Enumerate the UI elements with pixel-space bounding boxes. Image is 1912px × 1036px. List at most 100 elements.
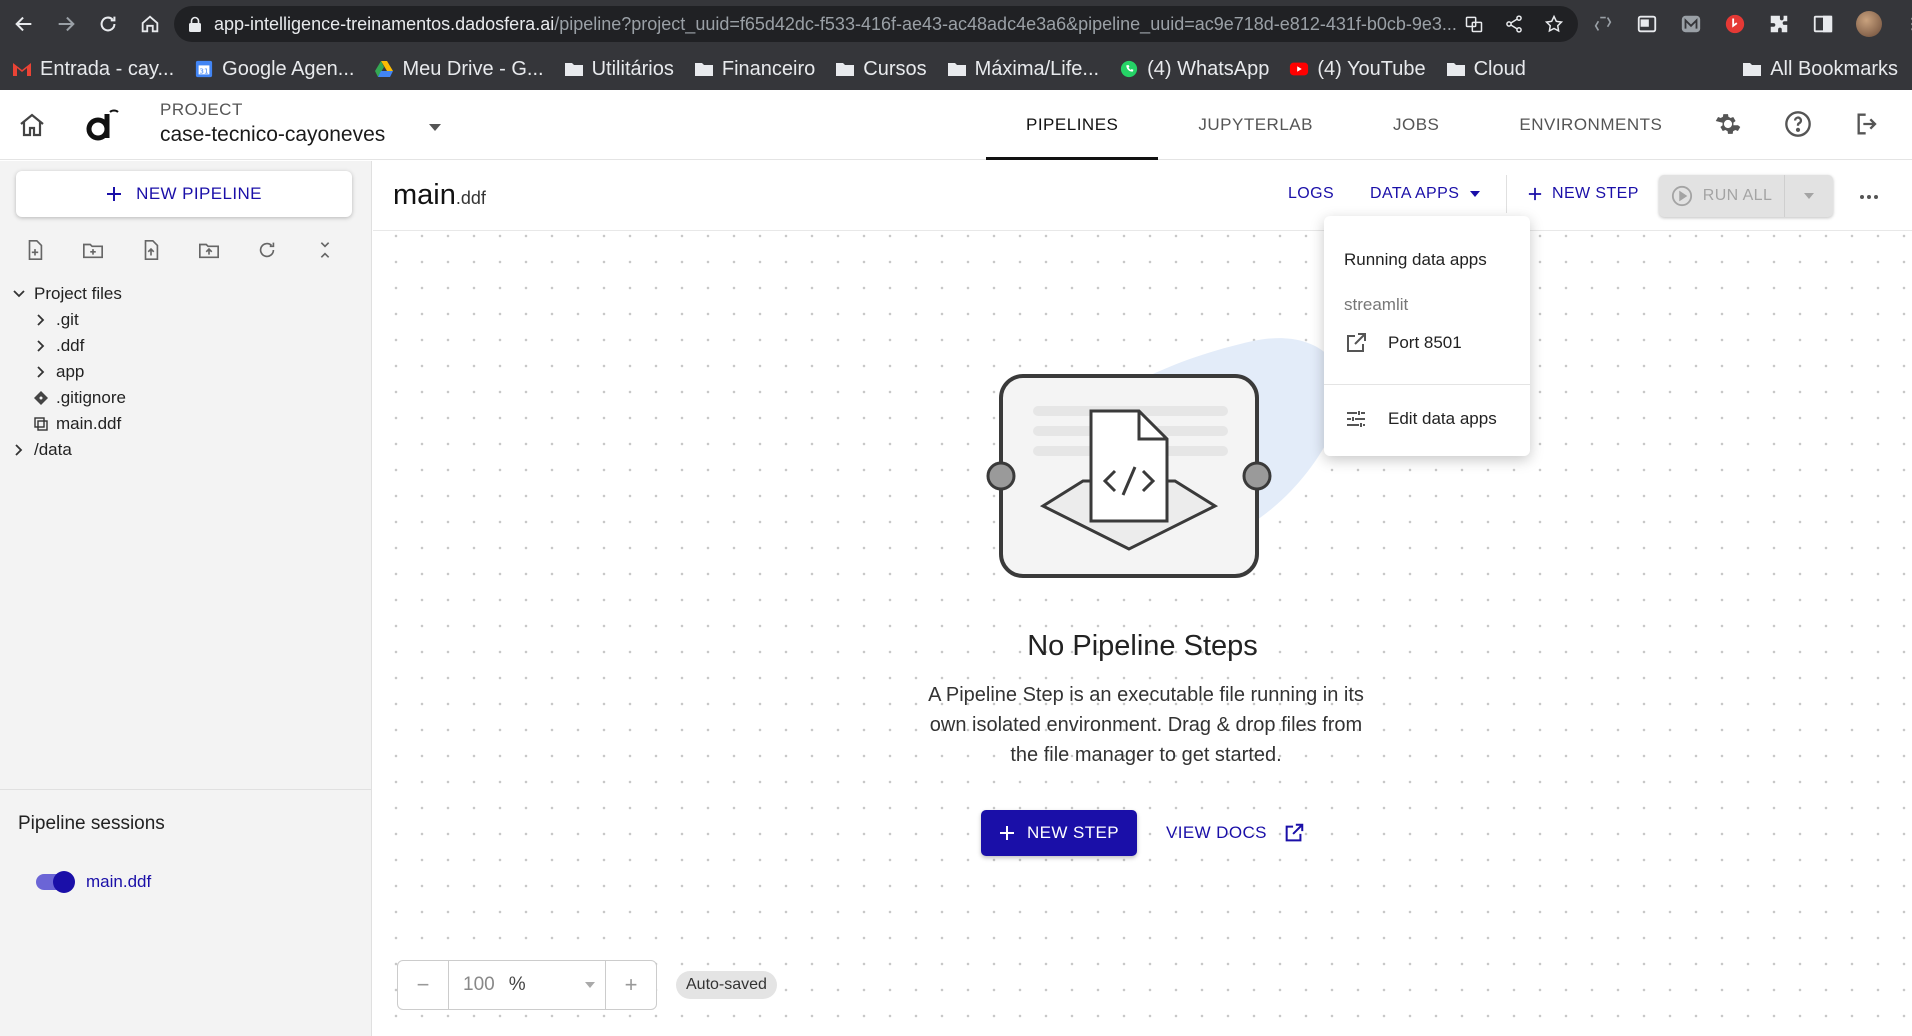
address-bar[interactable]: app-intelligence-treinamentos.dadosfera.…: [174, 6, 1578, 42]
session-toggle[interactable]: [36, 871, 75, 893]
star-icon[interactable]: [1544, 14, 1564, 34]
bookmark-drive[interactable]: Meu Drive - G...: [374, 57, 544, 81]
settings-icon[interactable]: [1714, 110, 1742, 138]
tune-icon: [1347, 411, 1365, 427]
bookmark-label: (4) WhatsApp: [1147, 57, 1270, 80]
tree-item-main-ddf[interactable]: main.ddf: [12, 411, 126, 437]
new-folder-icon[interactable]: [82, 239, 104, 261]
run-all-dropdown[interactable]: [1785, 192, 1833, 200]
pipeline-title: main.ddf: [393, 179, 486, 212]
tree-root[interactable]: Project files: [12, 281, 126, 307]
file-tools: [24, 239, 336, 261]
sessions-title: Pipeline sessions: [18, 813, 165, 834]
logout-icon[interactable]: [1854, 110, 1882, 138]
reload-icon[interactable]: [90, 6, 126, 42]
collapse-all-icon[interactable]: [314, 239, 336, 261]
bookmark-folder-cloud[interactable]: Cloud: [1446, 58, 1526, 81]
kebab-menu-icon[interactable]: [1904, 13, 1912, 35]
bookmark-whatsapp[interactable]: (4) WhatsApp: [1119, 58, 1269, 81]
red-extension-icon[interactable]: [1724, 13, 1746, 35]
run-all-main[interactable]: RUN ALL: [1659, 175, 1785, 217]
upload-file-icon[interactable]: [140, 239, 162, 261]
bookmark-folder-cursos[interactable]: Cursos: [835, 58, 927, 81]
share-icon[interactable]: [1504, 14, 1524, 34]
sidebar: NEW PIPELINE Project files .git .ddf app…: [0, 161, 372, 1036]
zoom-out-button[interactable]: −: [398, 960, 448, 1010]
view-docs-label: VIEW DOCS: [1166, 823, 1267, 842]
tree-item-label: app: [56, 362, 85, 381]
tab-pipelines[interactable]: PIPELINES: [986, 90, 1159, 160]
refresh-icon[interactable]: [256, 239, 278, 261]
new-pipeline-button[interactable]: NEW PIPELINE: [16, 171, 352, 217]
project-name[interactable]: case-tecnico-cayoneves: [160, 123, 385, 147]
session-name[interactable]: main.ddf: [86, 872, 151, 892]
data-apps-label: DATA APPS: [1370, 185, 1460, 202]
upload-folder-icon[interactable]: [198, 239, 220, 261]
help-icon[interactable]: [1784, 110, 1812, 138]
bookmarks-bar: Entrada - cay... 31 Google Agen... Meu D…: [0, 48, 1912, 90]
back-icon[interactable]: [6, 6, 42, 42]
m-extension-icon[interactable]: [1680, 13, 1702, 35]
forward-icon[interactable]: [48, 6, 84, 42]
puzzle-icon[interactable]: [1768, 13, 1790, 35]
folder-icon: [836, 63, 855, 76]
session-item[interactable]: main.ddf: [36, 871, 151, 893]
zoom-in-button[interactable]: +: [606, 960, 656, 1010]
chevron-right-icon: [37, 366, 45, 378]
chevron-right-icon: [37, 340, 45, 352]
url-path: /pipeline?project_uuid=f65d42dc-f533-416…: [554, 13, 1457, 34]
bookmark-label: Entrada - cay...: [40, 57, 175, 80]
tree-data[interactable]: /data: [12, 437, 126, 463]
all-bookmarks[interactable]: All Bookmarks: [1742, 48, 1898, 90]
profile-avatar[interactable]: [1856, 11, 1882, 37]
new-step-toolbar-button[interactable]: NEW STEP: [1528, 185, 1639, 203]
bookmark-calendar[interactable]: 31 Google Agen...: [194, 58, 354, 81]
dadosfera-logo[interactable]: [84, 108, 124, 142]
chevron-down-icon[interactable]: [428, 122, 442, 132]
menu-item-edit-data-apps[interactable]: Edit data apps: [1344, 407, 1497, 431]
tree-item-git[interactable]: .git: [12, 307, 126, 333]
pipeline-canvas[interactable]: main.ddf LOGS DATA APPS NEW STEP RUN ALL: [373, 161, 1912, 1036]
tab-environments[interactable]: ENVIRONMENTS: [1479, 90, 1702, 160]
tab-jupyterlab[interactable]: JUPYTERLAB: [1158, 90, 1353, 160]
external-link-icon: [1285, 823, 1304, 842]
recycle-extension-icon[interactable]: [1592, 13, 1614, 35]
run-all-label: RUN ALL: [1702, 187, 1773, 204]
bookmark-gmail[interactable]: Entrada - cay...: [12, 58, 174, 81]
bookmark-folder-financeiro[interactable]: Financeiro: [694, 58, 815, 81]
bookmark-label: Meu Drive - G...: [402, 57, 544, 80]
tree-item-ddf[interactable]: .ddf: [12, 333, 126, 359]
data-apps-button[interactable]: DATA APPS: [1370, 185, 1481, 203]
plus-icon: [1000, 826, 1014, 840]
tree-item-gitignore[interactable]: .gitignore: [12, 385, 126, 411]
divider: [1506, 175, 1507, 213]
bookmark-folder-maxima[interactable]: Máxima/Life...: [947, 58, 1099, 81]
bookmark-folder-utilitarios[interactable]: Utilitários: [564, 58, 674, 81]
bookmark-label: Financeiro: [721, 57, 816, 80]
tree-item-app[interactable]: app: [12, 359, 126, 385]
home-icon[interactable]: [18, 112, 46, 138]
menu-item-port[interactable]: Port 8501: [1344, 331, 1462, 355]
data-apps-menu-heading: Running data apps: [1344, 250, 1487, 269]
chevron-right-icon: [15, 444, 23, 456]
new-file-icon[interactable]: [24, 239, 46, 261]
sidepanel-icon[interactable]: [1812, 13, 1834, 35]
new-step-button[interactable]: NEW STEP: [981, 810, 1137, 856]
more-horizontal-icon[interactable]: [1857, 185, 1881, 209]
view-docs-link[interactable]: VIEW DOCS: [1166, 822, 1305, 844]
git-diamond-icon: [34, 391, 48, 405]
window-extension-icon[interactable]: [1636, 13, 1658, 35]
translate-icon[interactable]: [1464, 14, 1484, 34]
home-browser-icon[interactable]: [132, 6, 168, 42]
bookmark-label: Máxima/Life...: [974, 57, 1100, 80]
url-host: app-intelligence-treinamentos.dadosfera.…: [214, 13, 555, 34]
logs-button[interactable]: LOGS: [1288, 185, 1334, 203]
bookmark-youtube[interactable]: (4) YouTube: [1289, 58, 1426, 81]
tab-jobs[interactable]: JOBS: [1353, 90, 1479, 160]
lock-icon: [189, 16, 201, 32]
tree-item-label: .ddf: [56, 336, 85, 355]
run-all-button[interactable]: RUN ALL: [1659, 175, 1833, 217]
data-apps-menu: Running data apps streamlit Port 8501 Ed…: [1324, 216, 1530, 456]
zoom-select[interactable]: 100 %: [448, 960, 606, 1010]
pipeline-toolbar: main.ddf LOGS DATA APPS NEW STEP RUN ALL: [373, 161, 1912, 231]
